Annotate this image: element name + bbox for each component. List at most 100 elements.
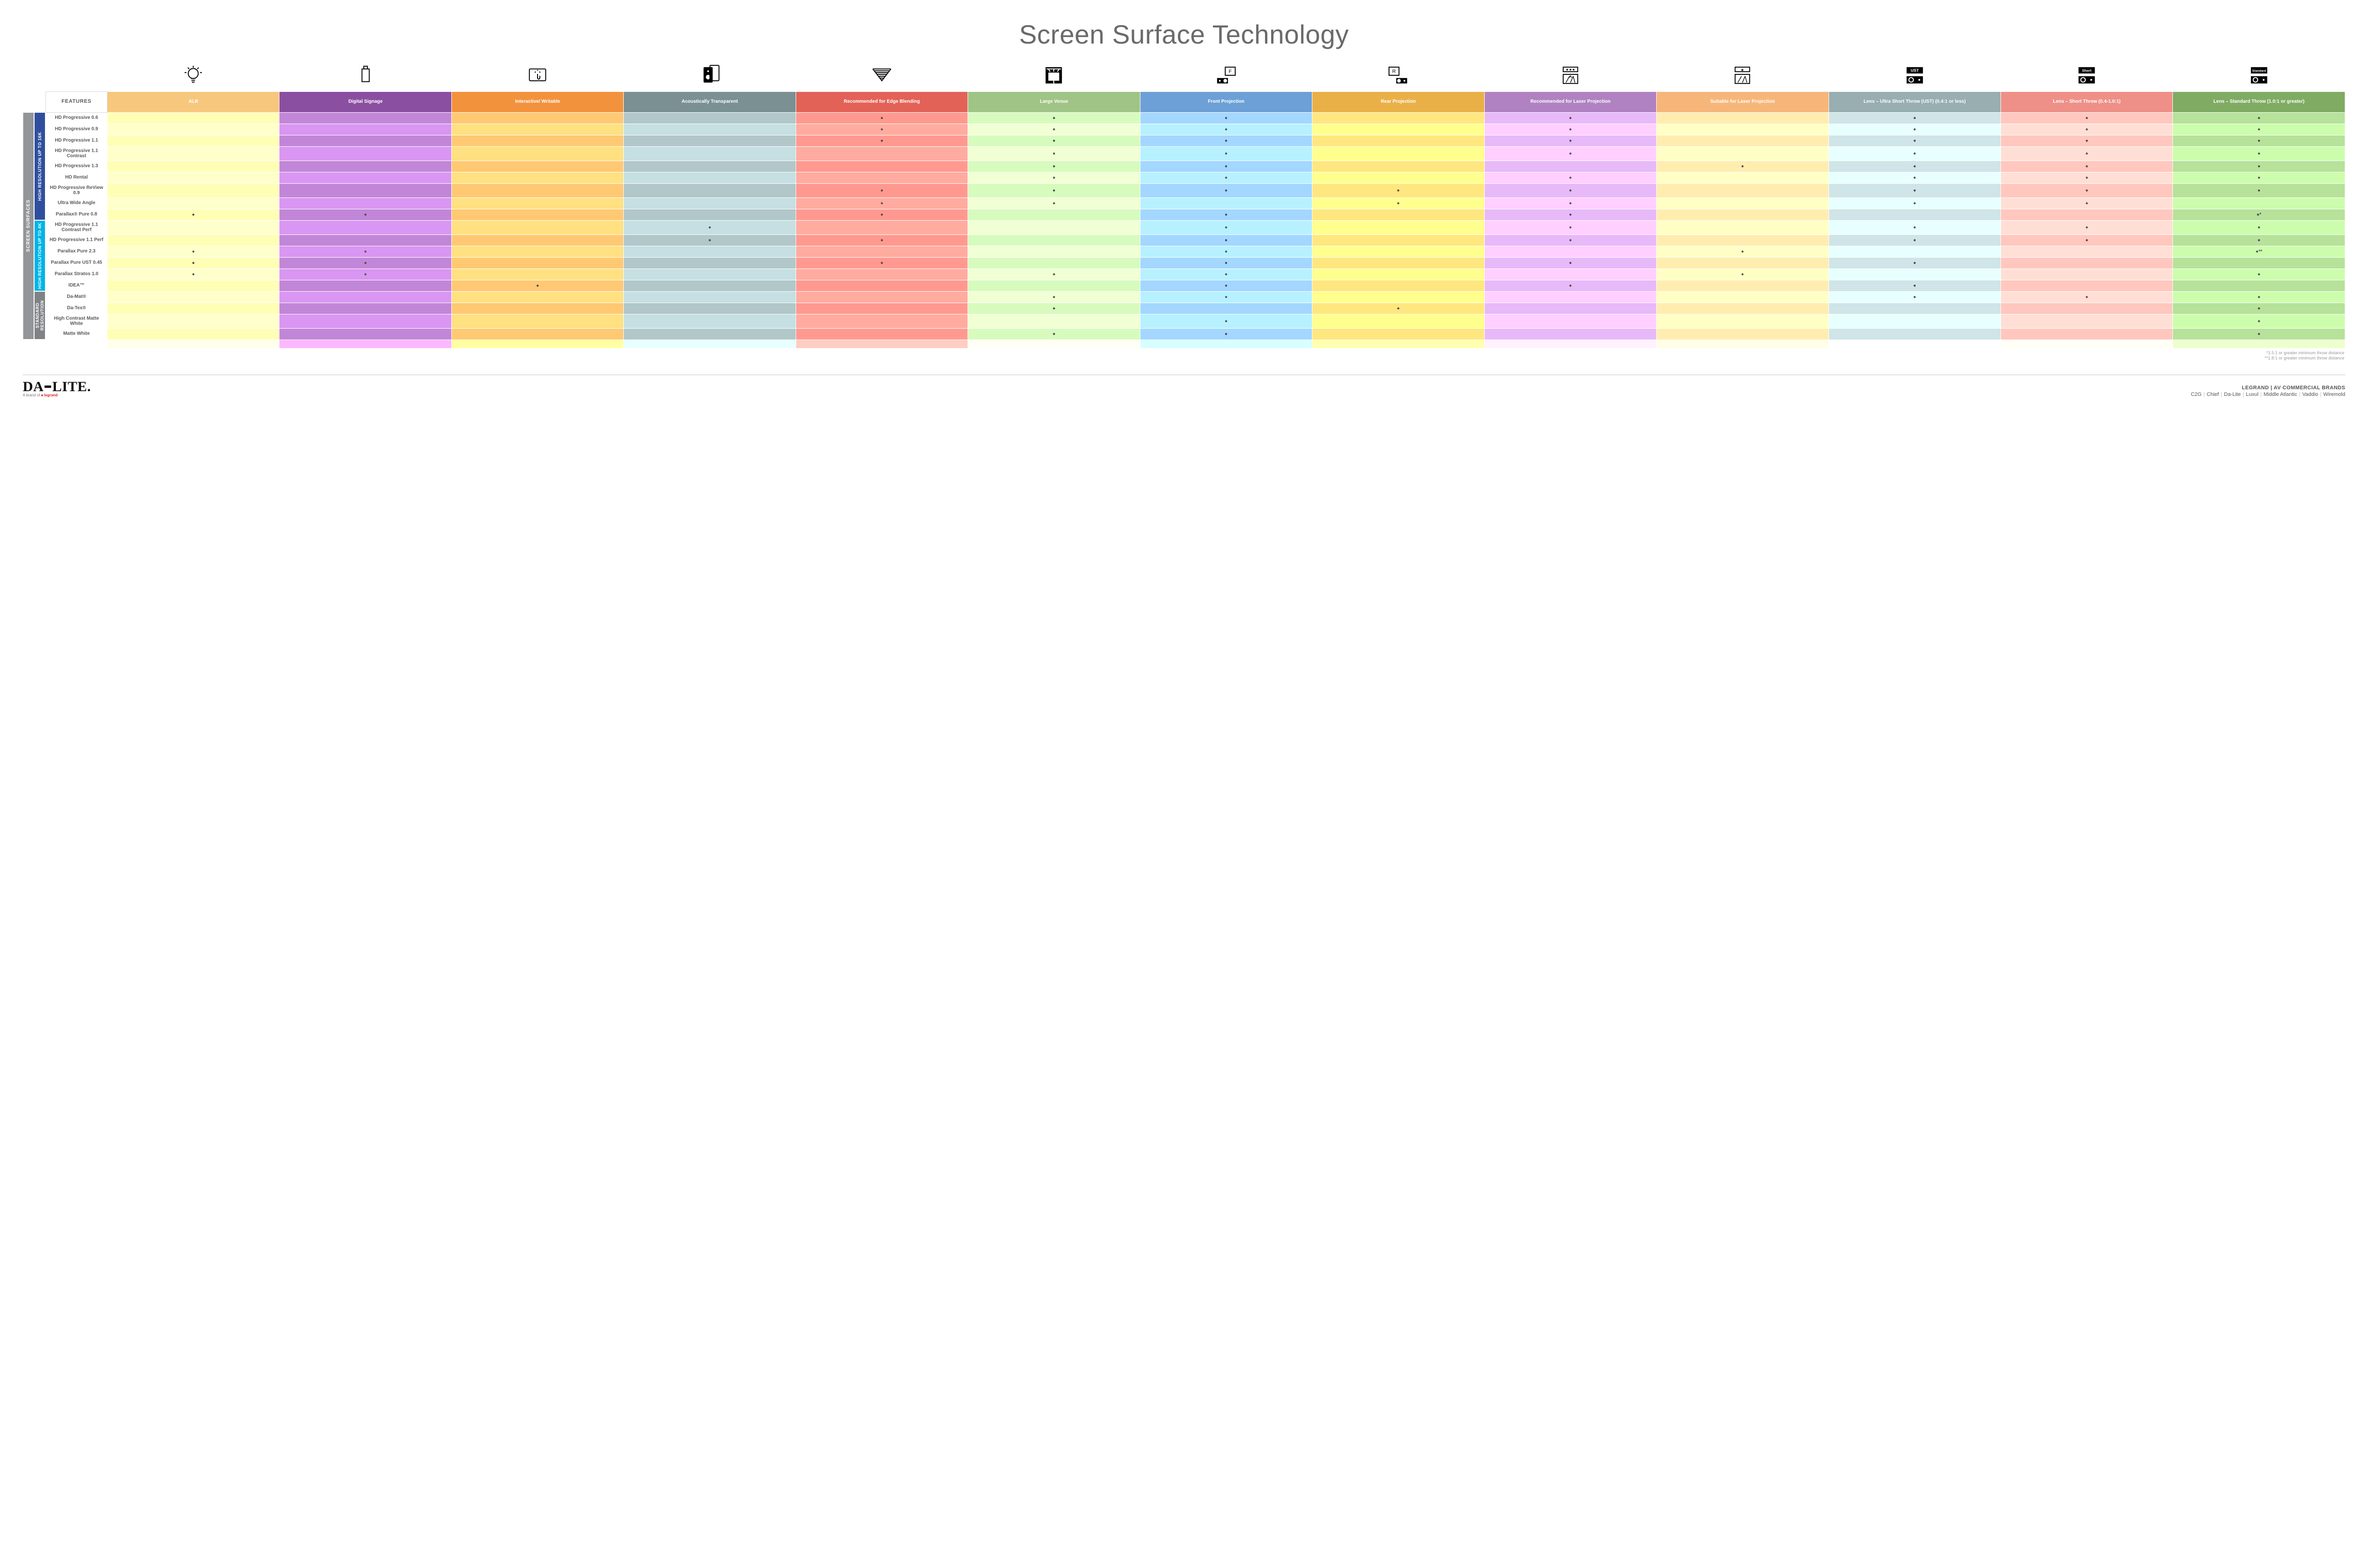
- outer-band: SCREEN SURFACES: [23, 112, 34, 340]
- cell-reclaser: ●: [1484, 172, 1656, 183]
- cell-reclaser: ●: [1484, 234, 1656, 246]
- cell-standard: ●: [2173, 314, 2345, 328]
- cell-rear: [1312, 135, 1484, 146]
- feature-name: Da-Mat®: [46, 291, 108, 303]
- cell-large: ●: [968, 328, 1140, 340]
- cell-signage: ●: [279, 257, 451, 269]
- cell-standard: ●**: [2173, 246, 2345, 257]
- brand-item: Vaddio: [2302, 392, 2318, 397]
- cell-interactive: [451, 220, 623, 234]
- cell-large: ●: [968, 135, 1140, 146]
- cell-edge: ●: [796, 234, 968, 246]
- col-header-signage: Digital Signage: [279, 91, 451, 112]
- svg-text:★: ★: [1740, 67, 1744, 72]
- table-row: Da-Mat®●●●●●: [46, 291, 2345, 303]
- page-footer: DALITE. A brand of ■ legrand LEGRAND | A…: [23, 375, 2345, 397]
- cell-ust: ●: [1829, 234, 2000, 246]
- cell-short: [2000, 257, 2172, 269]
- std-lens-icon: Standard: [2173, 61, 2345, 91]
- cell-alr: ●: [108, 269, 279, 280]
- cell-front: ●: [1140, 246, 1312, 257]
- cell-acoustic: [624, 124, 796, 135]
- cell-short: ●: [2000, 197, 2172, 209]
- cell-rear: [1312, 280, 1484, 291]
- cell-short: [2000, 246, 2172, 257]
- feature-name: HD Progressive 0.6: [46, 112, 108, 124]
- cell-acoustic: [624, 257, 796, 269]
- cell-interactive: [451, 328, 623, 340]
- cell-alr: [108, 314, 279, 328]
- table-row: IDEA™●●●●: [46, 280, 2345, 291]
- col-header-alr: ALR: [108, 91, 279, 112]
- cell-short: ●: [2000, 161, 2172, 172]
- cell-acoustic: ●: [624, 220, 796, 234]
- table-row: Parallax Pure 2.3●●●●●**: [46, 246, 2345, 257]
- cell-reclaser: ●: [1484, 112, 1656, 124]
- cell-front: ●: [1140, 135, 1312, 146]
- col-header-suitlaser: Suitable for Laser Projection: [1657, 91, 1829, 112]
- cell-standard: ●: [2173, 135, 2345, 146]
- table-row: Ultra Wide Angle●●●●●●: [46, 197, 2345, 209]
- brand-item: Chief: [2207, 392, 2219, 397]
- cell-alr: [108, 124, 279, 135]
- lightbulb-icon: [108, 61, 279, 91]
- feature-name: Matte White: [46, 328, 108, 340]
- cell-standard: ●*: [2173, 209, 2345, 220]
- cell-edge: [796, 303, 968, 314]
- cell-signage: [279, 183, 451, 197]
- table-row: Parallax® Pure 0.8●●●●●●*: [46, 209, 2345, 220]
- cell-front: ●: [1140, 220, 1312, 234]
- cell-edge: [796, 146, 968, 161]
- cell-reclaser: [1484, 303, 1656, 314]
- cell-acoustic: [624, 172, 796, 183]
- brand-item: Luxul: [2246, 392, 2258, 397]
- cell-large: [968, 220, 1140, 234]
- cell-acoustic: [624, 328, 796, 340]
- cell-edge: [796, 172, 968, 183]
- rear-proj-icon: R: [1312, 61, 1484, 91]
- feature-name: HD Progressive 1.1 Perf: [46, 234, 108, 246]
- cell-signage: [279, 234, 451, 246]
- col-header-ust: Lens – Ultra Short Throw (UST) (0.4:1 or…: [1829, 91, 2000, 112]
- cell-reclaser: [1484, 246, 1656, 257]
- feature-name: Parallax Stratos 1.0: [46, 269, 108, 280]
- cell-signage: [279, 124, 451, 135]
- cell-reclaser: [1484, 161, 1656, 172]
- feature-name: IDEA™: [46, 280, 108, 291]
- cell-acoustic: [624, 291, 796, 303]
- cell-rear: [1312, 146, 1484, 161]
- cell-large: ●: [968, 172, 1140, 183]
- cell-interactive: [451, 112, 623, 124]
- cell-standard: ●: [2173, 303, 2345, 314]
- cell-large: ●: [968, 146, 1140, 161]
- cell-acoustic: [624, 112, 796, 124]
- cell-rear: [1312, 257, 1484, 269]
- cell-edge: ●: [796, 257, 968, 269]
- cell-acoustic: [624, 161, 796, 172]
- surface-table: F R ★★★ ★ UST Short Standard FEATURES AL…: [45, 61, 2345, 349]
- cell-standard: [2173, 197, 2345, 209]
- cell-suitlaser: [1657, 197, 1829, 209]
- cell-ust: [1829, 328, 2000, 340]
- cell-standard: ●: [2173, 161, 2345, 172]
- cell-alr: ●: [108, 246, 279, 257]
- cell-front: [1140, 197, 1312, 209]
- cell-alr: [108, 303, 279, 314]
- cell-large: [968, 257, 1140, 269]
- cell-signage: [279, 280, 451, 291]
- cell-signage: ●: [279, 269, 451, 280]
- feature-name: HD Progressive ReView 0.9: [46, 183, 108, 197]
- cell-acoustic: [624, 303, 796, 314]
- cell-suitlaser: [1657, 209, 1829, 220]
- cell-suitlaser: [1657, 257, 1829, 269]
- table-row: HD Progressive 1.1 Contrast●●●●●●: [46, 146, 2345, 161]
- cell-standard: ●: [2173, 220, 2345, 234]
- cell-standard: ●: [2173, 291, 2345, 303]
- cell-acoustic: [624, 209, 796, 220]
- cell-alr: [108, 161, 279, 172]
- chart-wrapper: F R ★★★ ★ UST Short Standard FEATURES AL…: [23, 61, 2345, 361]
- cell-suitlaser: ●: [1657, 161, 1829, 172]
- cell-signage: [279, 314, 451, 328]
- venue-icon: [968, 61, 1140, 91]
- feature-name: Da-Tex®: [46, 303, 108, 314]
